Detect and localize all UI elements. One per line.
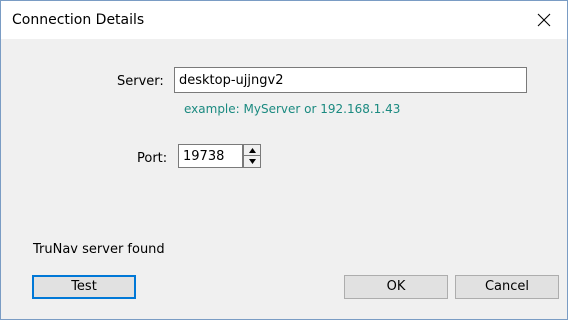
close-icon [537, 13, 551, 27]
server-label: Server: [117, 74, 164, 89]
window-title: Connection Details [12, 12, 145, 28]
port-decrement-button[interactable] [244, 156, 260, 167]
server-example-hint: example: MyServer or 192.168.1.43 [184, 102, 401, 116]
close-button[interactable] [521, 1, 567, 39]
port-increment-button[interactable] [244, 145, 260, 156]
test-button[interactable]: Test [32, 275, 136, 299]
port-spinner [243, 144, 261, 168]
arrow-up-icon [249, 148, 256, 153]
ok-button[interactable]: OK [344, 275, 448, 299]
port-label: Port: [137, 151, 168, 166]
arrow-down-icon [249, 159, 256, 164]
server-input[interactable] [174, 67, 527, 93]
title-bar: Connection Details [1, 1, 567, 39]
cancel-button[interactable]: Cancel [455, 275, 559, 299]
status-text: TruNav server found [33, 242, 165, 257]
port-input[interactable] [178, 144, 243, 168]
connection-details-dialog: Connection Details Server: example: MySe… [0, 0, 568, 320]
